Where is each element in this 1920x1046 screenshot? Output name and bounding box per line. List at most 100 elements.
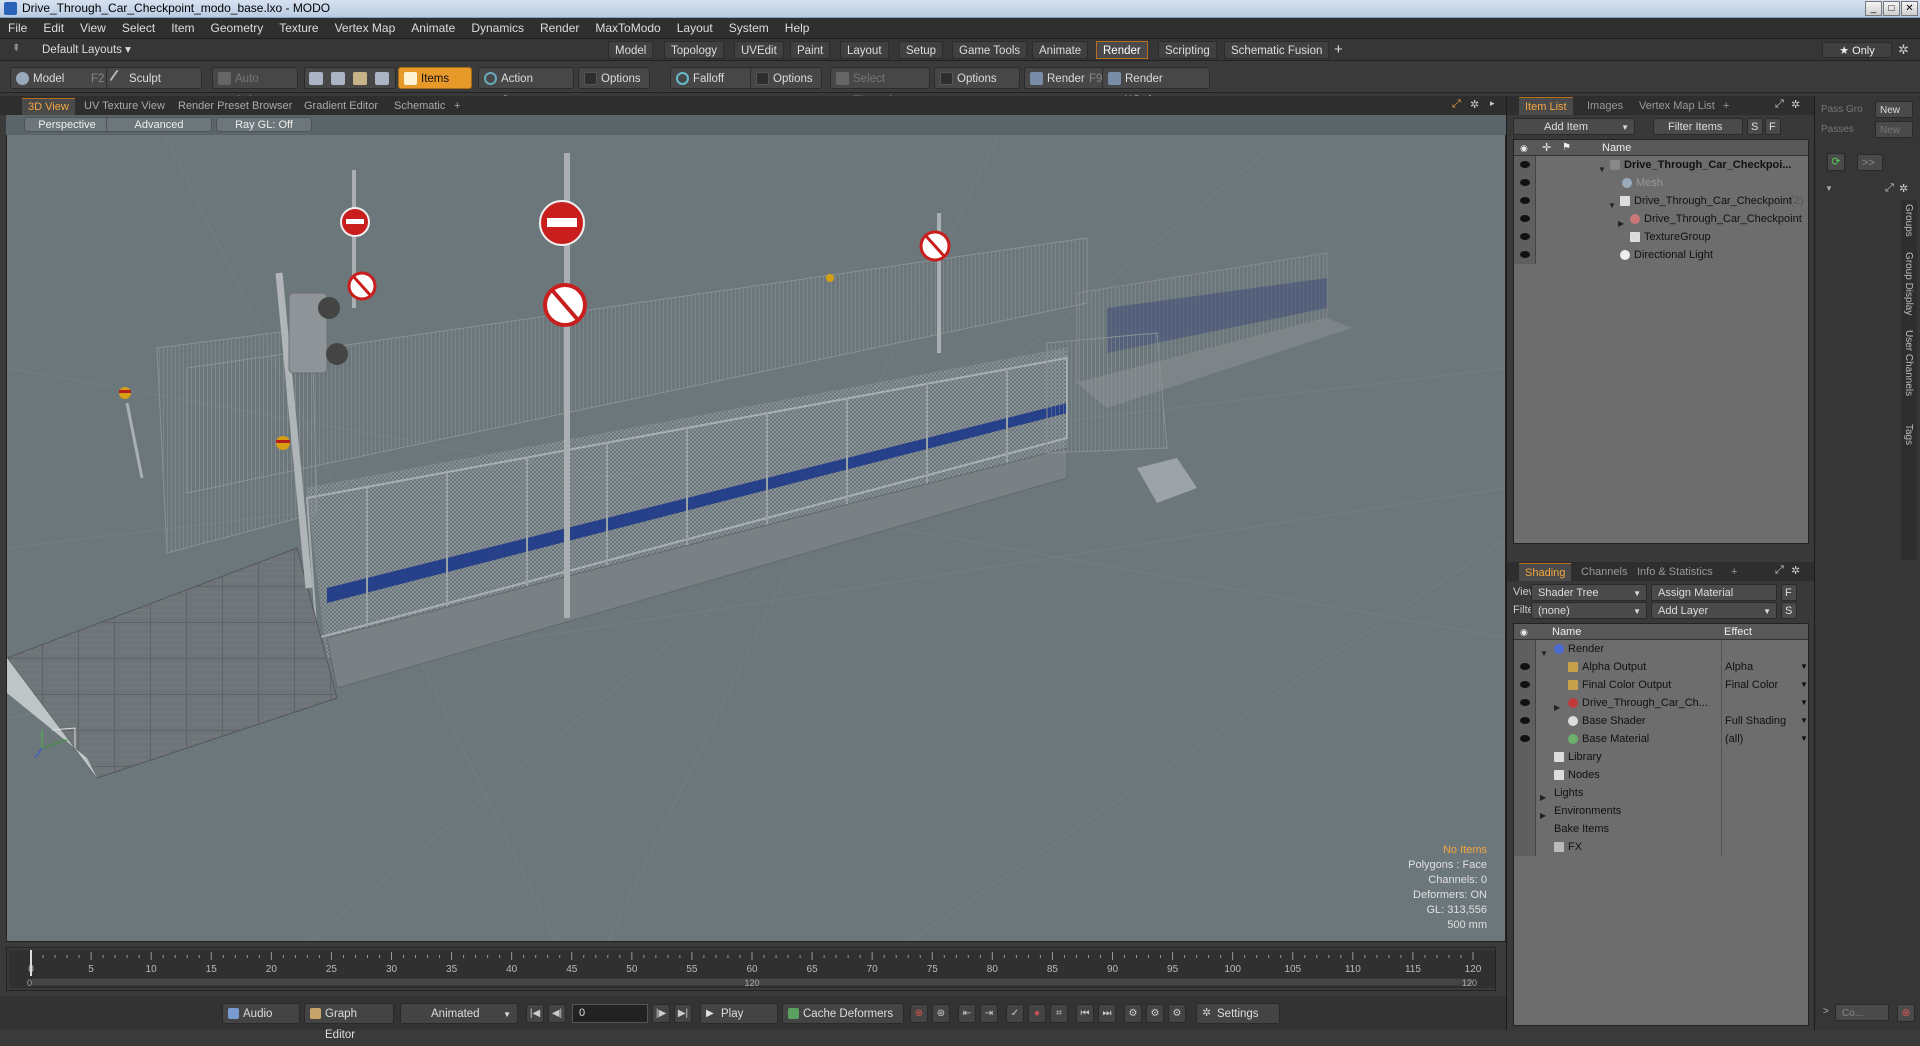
only-toggle[interactable]: ★ Only <box>1822 42 1892 58</box>
shading-s-button[interactable]: S <box>1781 602 1797 619</box>
menu-system[interactable]: System <box>721 18 777 39</box>
eye-icon[interactable] <box>1520 179 1530 186</box>
add-item-dropdown[interactable]: Add Item ▼ <box>1513 118 1635 135</box>
shader-row[interactable]: Base Shader Full Shading ▼ <box>1514 712 1808 730</box>
delete-key-icon[interactable]: ● <box>1028 1004 1046 1023</box>
maximize-button[interactable]: □ <box>1883 1 1900 16</box>
shader-row[interactable]: Library <box>1514 748 1808 766</box>
view-dropdown[interactable]: Shader Tree ▼ <box>1531 584 1647 601</box>
skip-back-icon[interactable]: ⏮ <box>1076 1004 1094 1023</box>
command-arrow-icon[interactable]: > <box>1823 1006 1829 1017</box>
chevron-down-icon[interactable]: ▼ <box>1825 184 1833 193</box>
filter-dropdown[interactable]: (none) ▼ <box>1531 602 1647 619</box>
eye-icon[interactable] <box>1520 233 1530 240</box>
tab-group-display[interactable]: Group Display <box>1903 252 1914 315</box>
prev-frame-button[interactable]: ◀| <box>548 1004 566 1023</box>
auto-select-button[interactable]: Auto Select <box>212 67 298 107</box>
gear-icon[interactable]: ✲ <box>1791 564 1800 577</box>
action-center-button[interactable]: Action Center <box>478 67 574 107</box>
tab-tags[interactable]: Tags <box>1903 424 1914 445</box>
record-key-icon[interactable]: ⊛ <box>910 1004 928 1023</box>
menu-render[interactable]: Render <box>532 18 587 39</box>
eye-icon[interactable] <box>1520 161 1530 168</box>
expand-icon[interactable]: ⤢ <box>1452 98 1461 111</box>
shader-row[interactable]: Final Color Output Final Color ▼ <box>1514 676 1808 694</box>
3d-viewport[interactable]: ✥ ↻ ⌕ ✲ No Items Polygons : Face Channel… <box>6 117 1506 942</box>
passes-field[interactable]: Passes <box>1821 124 1854 135</box>
chevron-down-icon[interactable]: ▼ <box>1800 730 1808 748</box>
tab-model[interactable]: Model <box>608 41 654 59</box>
menu-geometry[interactable]: Geometry <box>203 18 272 39</box>
current-frame-field[interactable]: 0 <box>572 1004 648 1023</box>
list-item[interactable]: ▼ Drive_Through_Car_Checkpoint (2) <box>1514 192 1808 210</box>
close-button[interactable]: ✕ <box>1901 1 1918 16</box>
stop-icon[interactable]: ⊗ <box>1897 1004 1915 1022</box>
tab-uv-texture-view[interactable]: UV Texture View <box>78 98 171 115</box>
channel-icon[interactable]: ⚙ <box>1124 1004 1142 1023</box>
polygons-mode-icon[interactable] <box>353 72 367 85</box>
vertices-mode-icon[interactable] <box>309 72 323 85</box>
add-viewport-tab-button[interactable]: + <box>448 98 466 115</box>
tab-channels[interactable]: Channels <box>1575 563 1633 581</box>
raygl-toggle[interactable]: Ray GL: Off <box>216 117 312 132</box>
tab-user-channels[interactable]: User Channels <box>1903 330 1914 396</box>
menu-dynamics[interactable]: Dynamics <box>463 18 532 39</box>
first-frame-button[interactable]: |◀ <box>526 1004 544 1023</box>
chevron-down-icon[interactable]: ▼ <box>1800 658 1808 676</box>
tab-paint[interactable]: Paint <box>790 41 831 59</box>
shader-row[interactable]: Alpha Output Alpha ▼ <box>1514 658 1808 676</box>
eye-icon[interactable] <box>1520 251 1530 258</box>
auto-key-icon[interactable]: ⊛ <box>932 1004 950 1023</box>
gear-icon[interactable]: ✲ <box>1898 42 1909 58</box>
eye-icon[interactable] <box>1520 215 1530 222</box>
tab-vertex-map-list[interactable]: Vertex Map List <box>1633 97 1721 115</box>
shading-f-button[interactable]: F <box>1781 584 1797 601</box>
new-pass-button[interactable]: New <box>1875 121 1913 138</box>
menu-help[interactable]: Help <box>777 18 818 39</box>
menu-file[interactable]: File <box>0 18 35 39</box>
next-key-icon[interactable]: ⇥ <box>980 1004 998 1023</box>
graph-editor-button[interactable]: Graph Editor <box>304 1003 394 1041</box>
settings-button[interactable]: ✲ Settings <box>1196 1003 1280 1024</box>
minimize-button[interactable]: _ <box>1865 1 1882 16</box>
render-button[interactable]: Render F9 <box>1024 67 1104 89</box>
tab-game-tools[interactable]: Game Tools <box>952 41 1028 59</box>
tab-setup[interactable]: Setup <box>899 41 944 59</box>
falloff-options-button[interactable]: Options <box>750 67 822 89</box>
assign-material-button[interactable]: Assign Material <box>1651 584 1777 601</box>
list-item[interactable]: TextureGroup <box>1514 228 1808 246</box>
eye-icon[interactable] <box>1520 197 1530 204</box>
audio-button[interactable]: Audio <box>222 1003 300 1024</box>
menu-texture[interactable]: Texture <box>271 18 326 39</box>
eye-icon[interactable] <box>1520 699 1530 706</box>
gear-icon[interactable]: ✲ <box>1899 182 1908 195</box>
last-frame-button[interactable]: ▶| <box>674 1004 692 1023</box>
gear-icon[interactable]: ✲ <box>1791 98 1800 111</box>
falloff-button[interactable]: Falloff <box>670 67 754 89</box>
panel-menu-arrow-icon[interactable]: ▸ <box>1490 98 1495 109</box>
tab-topology[interactable]: Topology <box>664 41 725 59</box>
timeline[interactable]: 0 5 10 15 20 25 30 35 40 45 50 55 60 65 70 75 80 85 90 95 10… <box>6 947 1496 991</box>
tab-shading[interactable]: Shading <box>1519 563 1572 581</box>
refresh-icon[interactable]: ⟳ <box>1827 153 1845 171</box>
select-through-button[interactable]: Select Through <box>830 67 930 107</box>
tab-gradient-editor[interactable]: Gradient Editor <box>298 98 384 115</box>
materials-mode-icon[interactable] <box>375 72 389 85</box>
add-panel-tab-button[interactable]: + <box>1717 97 1735 115</box>
filter-items-field[interactable]: Filter Items <box>1653 118 1743 135</box>
action-center-options-button[interactable]: Options <box>578 67 650 89</box>
prev-key-icon[interactable]: ⇤ <box>958 1004 976 1023</box>
sculpt-mode-button[interactable]: Sculpt <box>106 67 202 89</box>
add-tab-button[interactable]: + <box>1334 41 1343 58</box>
eye-icon[interactable] <box>1520 681 1530 688</box>
menu-animate[interactable]: Animate <box>403 18 463 39</box>
expand-icon[interactable]: ⤢ <box>1775 564 1784 577</box>
items-mode-button[interactable]: Items <box>398 67 472 89</box>
menu-view[interactable]: View <box>72 18 114 39</box>
menu-layout[interactable]: Layout <box>669 18 721 39</box>
list-item[interactable]: ▼ Drive_Through_Car_Checkpoi... <box>1514 156 1808 174</box>
eye-icon[interactable] <box>1520 717 1530 724</box>
search-f-button[interactable]: F <box>1765 118 1781 135</box>
eye-icon[interactable] <box>1520 663 1530 670</box>
cache-deformers-button[interactable]: Cache Deformers <box>782 1003 904 1024</box>
